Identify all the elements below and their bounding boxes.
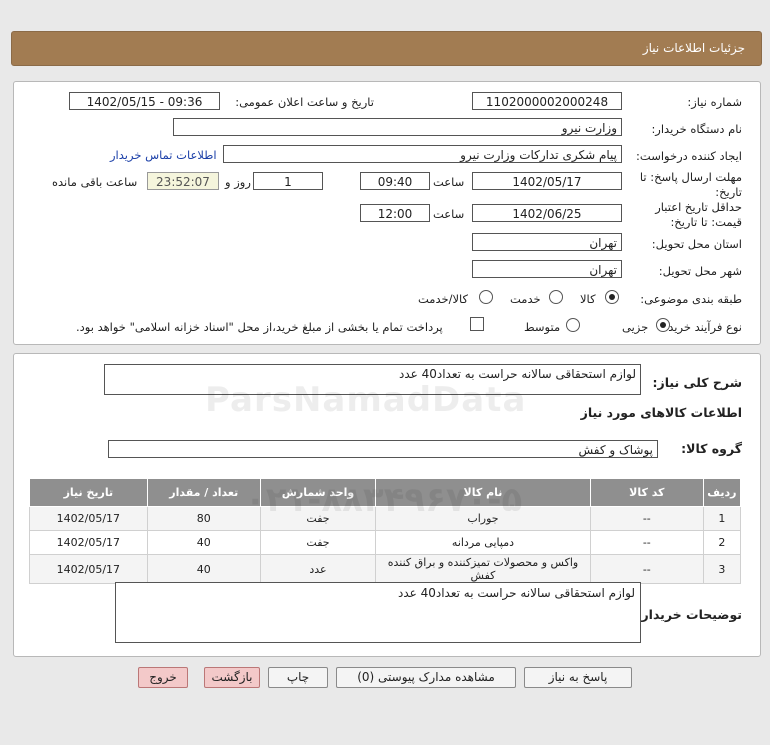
announce-field: 1402/05/15 - 09:36	[69, 92, 220, 110]
category-radio-service[interactable]	[549, 290, 563, 304]
cell-need-date: 1402/05/17	[29, 506, 148, 531]
page-header: جزئیات اطلاعات نیاز	[11, 31, 762, 66]
deadline-label-line2: تاریخ:	[715, 185, 742, 199]
cell-need-date: 1402/05/17	[29, 530, 148, 555]
view-attachments-button[interactable]: مشاهده مدارک پیوستی (0)	[336, 667, 516, 688]
cell-need-date: 1402/05/17	[29, 554, 148, 584]
category-radio-goods-service[interactable]	[479, 290, 493, 304]
city-label: شهر محل تحویل:	[658, 264, 742, 278]
goods-group-label: گروه کالا:	[681, 441, 742, 456]
goods-info-title: اطلاعات کالاهای مورد نیاز	[580, 405, 742, 420]
cell-item-code: --	[589, 530, 704, 555]
cell-item-name: دمپایی مردانه	[375, 530, 591, 555]
validity-time-label: ساعت	[433, 207, 465, 221]
creator-label: ایجاد کننده درخواست:	[636, 149, 742, 163]
deadline-label: مهلت ارسال پاسخ: تا تاریخ:	[640, 170, 742, 200]
days-field: 1	[253, 172, 323, 190]
buyer-contact-link[interactable]: اطلاعات تماس خریدار	[110, 148, 217, 162]
buyer-notes-label: توضیحات خریدار:	[636, 607, 742, 622]
deadline-label-line1: مهلت ارسال پاسخ: تا	[639, 170, 742, 184]
process-radio-medium[interactable]	[566, 318, 580, 332]
cell-row-number: 2	[702, 530, 742, 555]
need-number-label: شماره نیاز:	[687, 95, 742, 109]
deadline-date-field: 1402/05/17	[472, 172, 622, 190]
cell-item-code: --	[589, 506, 704, 531]
need-description-label: شرح کلی نیاز:	[652, 375, 742, 390]
table-row: 2 -- دمپایی مردانه جفت 40 1402/05/17	[29, 530, 742, 555]
process-label: نوع فرآیند خرید :	[660, 320, 742, 334]
table-header-row: ردیف کد کالا نام کالا واحد شمارش تعداد /…	[29, 478, 742, 507]
validity-label: حداقل تاریخ اعتبار قیمت: تا تاریخ:	[655, 200, 742, 230]
announce-label: تاریخ و ساعت اعلان عمومی:	[235, 95, 374, 109]
days-label: روز و	[225, 175, 251, 189]
col-header-quantity: تعداد / مقدار	[146, 478, 261, 507]
treasury-payment-checkbox[interactable]	[470, 317, 484, 331]
cell-unit: جفت	[259, 506, 377, 531]
process-option-medium: متوسط	[524, 320, 561, 334]
category-option-service: خدمت	[510, 292, 541, 306]
process-option-minor: جزیی	[622, 320, 649, 334]
validity-label-line2: قیمت: تا تاریخ:	[670, 215, 742, 229]
deadline-time-label: ساعت	[433, 175, 465, 189]
need-description-box: لوازم استحقاقی سالانه حراست به تعداد40 ع…	[104, 364, 641, 395]
cell-quantity: 80	[146, 506, 261, 531]
back-button[interactable]: بازگشت	[204, 667, 260, 688]
cell-item-code: --	[589, 554, 704, 584]
col-header-item-code: کد کالا	[589, 478, 704, 507]
province-field: تهران	[472, 233, 622, 251]
cell-unit: عدد	[259, 554, 377, 584]
remaining-timer: 23:52:07	[147, 172, 219, 190]
cell-row-number: 1	[702, 506, 742, 531]
table-row: 3 -- واکس و محصولات تمیزکننده و براق کنن…	[29, 554, 742, 584]
cell-unit: جفت	[259, 530, 377, 555]
print-button[interactable]: چاپ	[268, 667, 328, 688]
creator-field: پیام شکری تدارکات وزارت نیرو	[223, 145, 622, 163]
cell-item-name: جوراب	[375, 506, 591, 531]
category-option-goods-service: کالا/خدمت	[418, 292, 469, 306]
process-radio-minor[interactable]	[656, 318, 670, 332]
province-label: استان محل تحویل:	[651, 237, 742, 251]
exit-button[interactable]: خروج	[138, 667, 188, 688]
cell-row-number: 3	[702, 554, 742, 584]
treasury-payment-note: پرداخت تمام یا بخشی از مبلغ خرید،از محل …	[76, 320, 443, 334]
goods-group-field: پوشاک و کفش	[108, 440, 658, 458]
remaining-label: ساعت باقی مانده	[52, 175, 138, 189]
buyer-notes-box: لوازم استحقاقی سالانه حراست به تعداد40 ع…	[115, 582, 641, 643]
cell-item-name: واکس و محصولات تمیزکننده و براق کننده کف…	[375, 554, 591, 584]
deadline-time-field: 09:40	[360, 172, 430, 190]
category-label: طبقه بندی موضوعی:	[640, 292, 742, 306]
buyer-org-label: نام دستگاه خریدار:	[651, 122, 742, 136]
validity-label-line1: حداقل تاریخ اعتبار	[655, 200, 742, 214]
goods-table: ردیف کد کالا نام کالا واحد شمارش تعداد /…	[29, 478, 742, 584]
cell-quantity: 40	[146, 554, 261, 584]
page-title: جزئیات اطلاعات نیاز	[642, 41, 745, 55]
col-header-item-name: نام کالا	[375, 478, 591, 507]
table-row: 1 -- جوراب جفت 80 1402/05/17	[29, 506, 742, 531]
buyer-org-field: وزارت نیرو	[173, 118, 622, 136]
validity-time-field: 12:00	[360, 204, 430, 222]
reply-button[interactable]: پاسخ به نیاز	[524, 667, 632, 688]
col-header-need-date: تاریخ نیاز	[29, 478, 148, 507]
col-header-row-number: ردیف	[702, 478, 742, 507]
col-header-unit: واحد شمارش	[259, 478, 377, 507]
need-number-field: 1102000002000248	[472, 92, 622, 110]
category-radio-goods[interactable]	[605, 290, 619, 304]
category-option-goods: کالا	[580, 292, 596, 306]
cell-quantity: 40	[146, 530, 261, 555]
validity-date-field: 1402/06/25	[472, 204, 622, 222]
city-field: تهران	[472, 260, 622, 278]
